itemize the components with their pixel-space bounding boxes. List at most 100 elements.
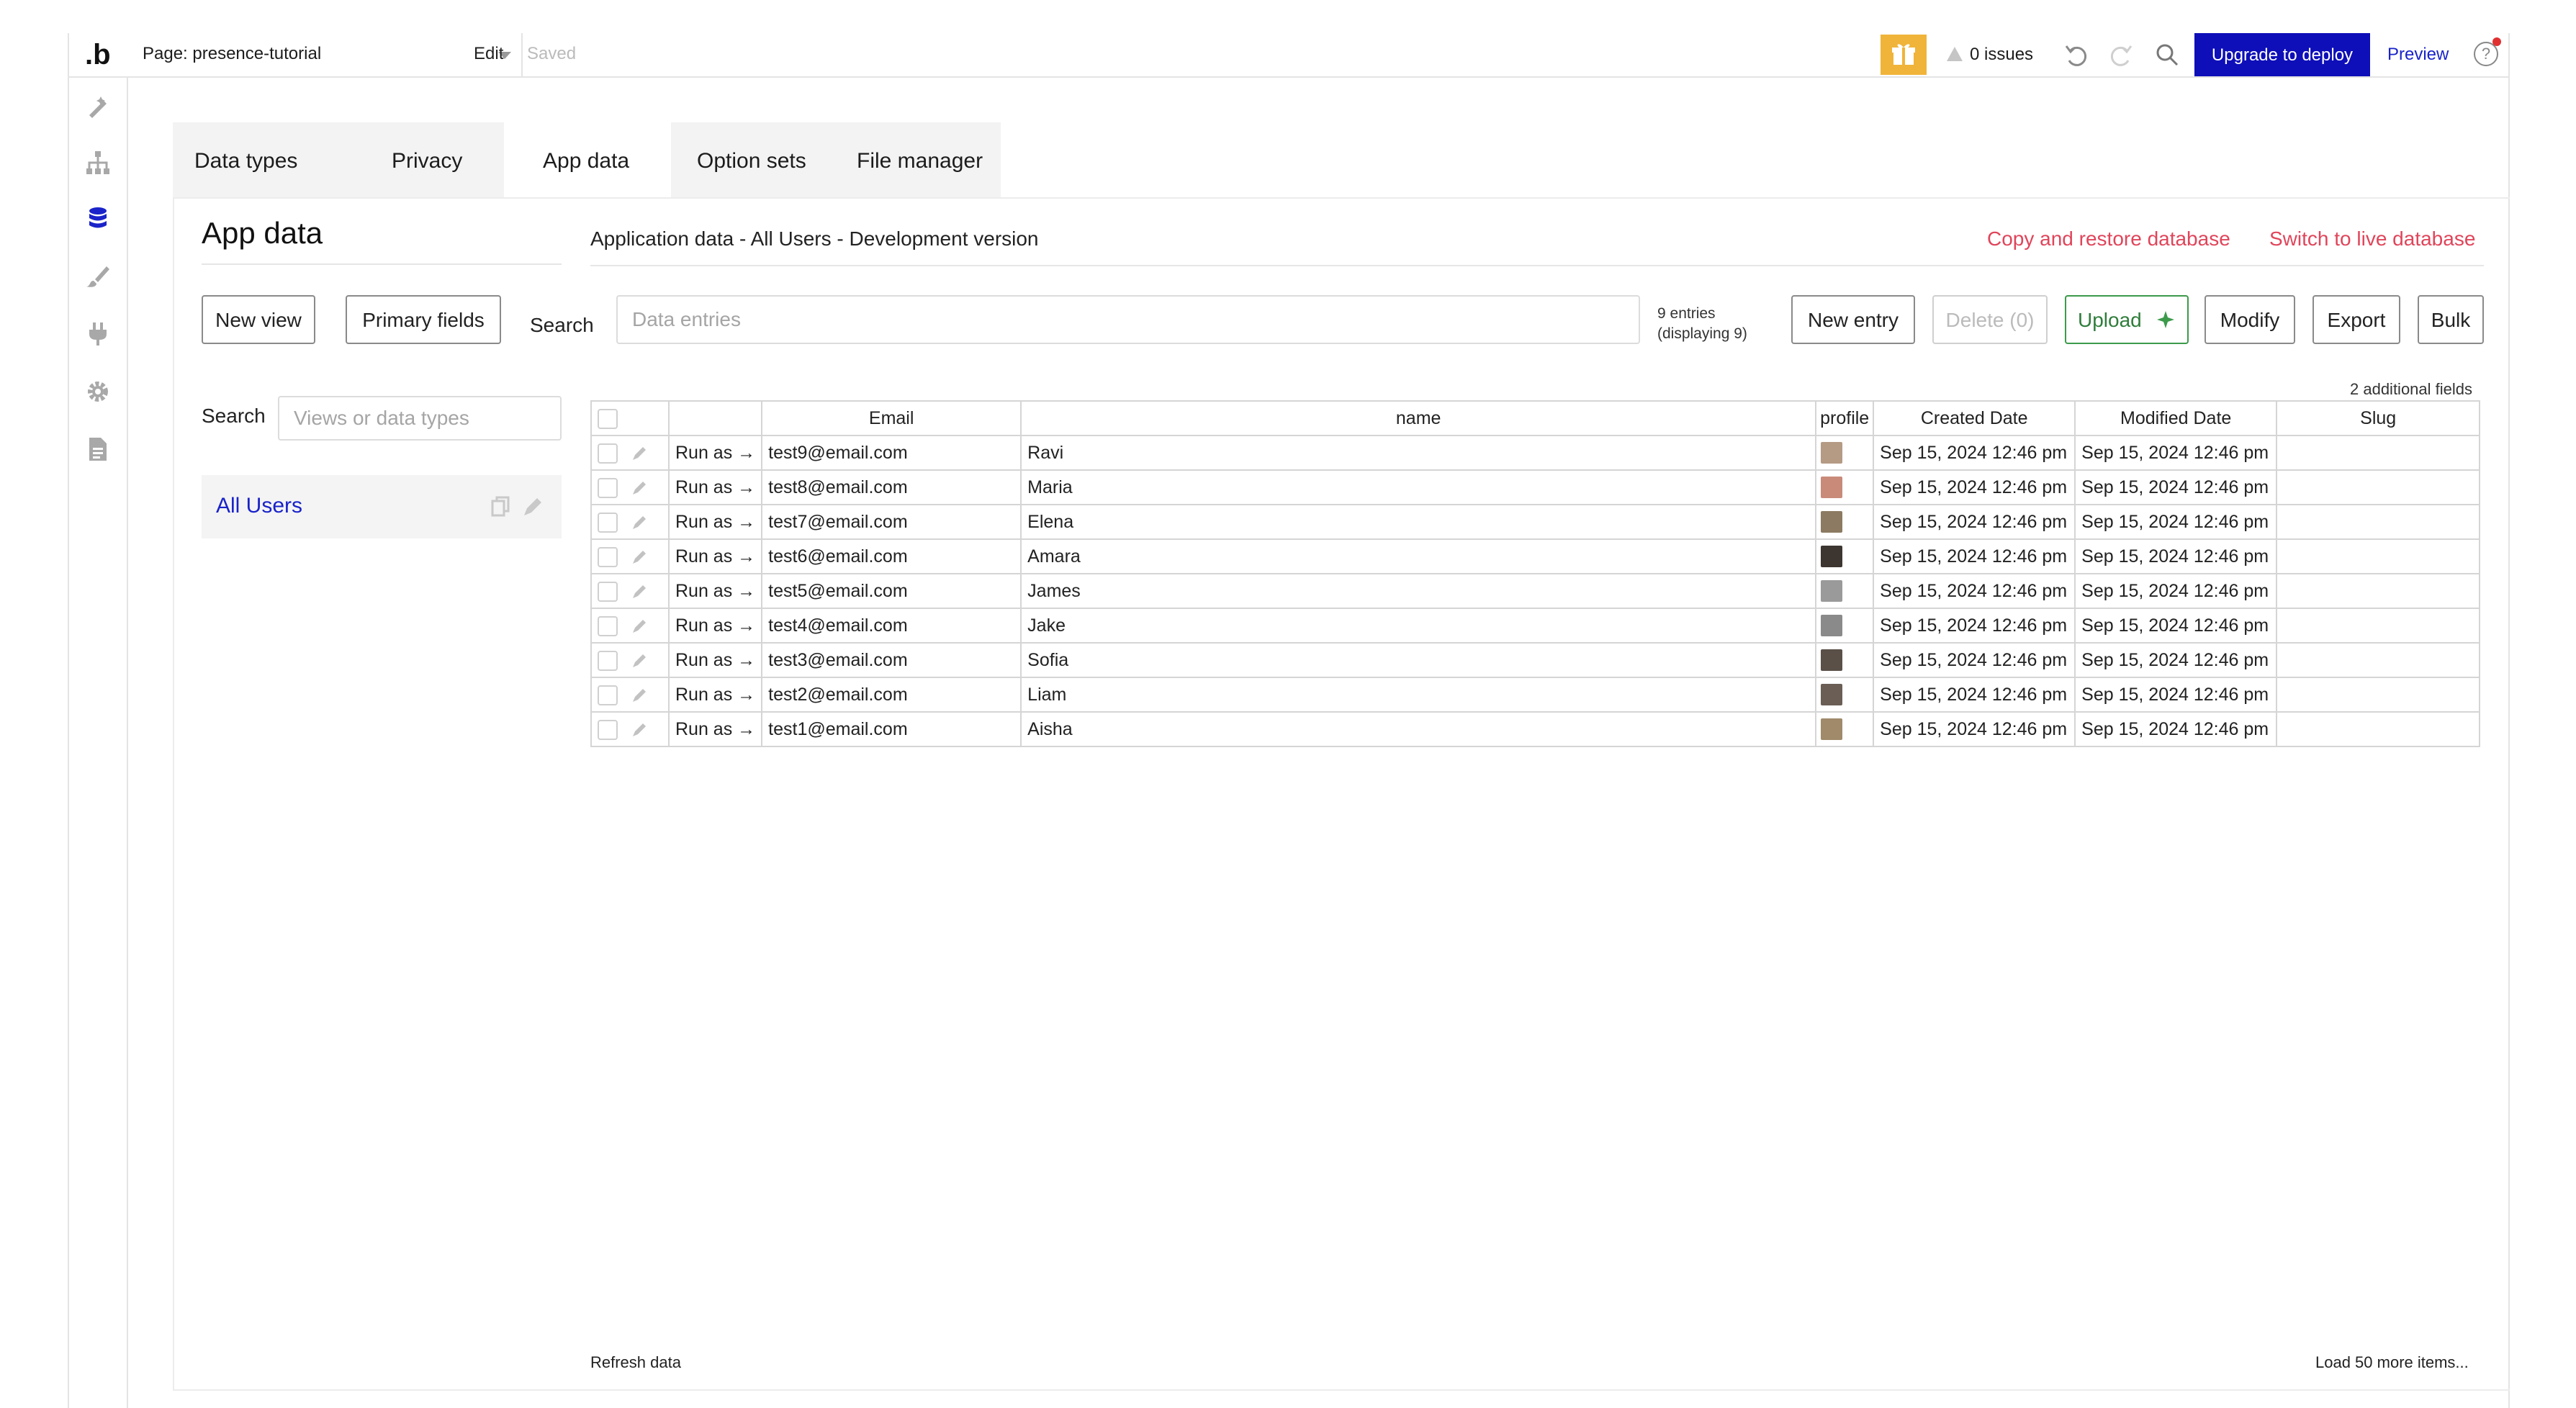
cell-modified-date[interactable]: Sep 15, 2024 12:46 pm: [2074, 642, 2278, 678]
table-row[interactable]: Run as → test1@email.com Aisha Sep 15, 2024…: [590, 711, 2481, 747]
cell-profile[interactable]: [1815, 504, 1875, 540]
upgrade-to-deploy-button[interactable]: Upgrade to deploy: [2194, 33, 2370, 76]
cell-slug[interactable]: [2276, 504, 2481, 540]
cell-modified-date[interactable]: Sep 15, 2024 12:46 pm: [2074, 435, 2278, 471]
undo-icon[interactable]: [2062, 42, 2091, 71]
tab-file-manager[interactable]: File manager: [850, 122, 994, 197]
table-row[interactable]: Run as → test5@email.com James Sep 15, 2024…: [590, 573, 2481, 609]
cell-created-date[interactable]: Sep 15, 2024 12:46 pm: [1873, 608, 2076, 644]
cell-name[interactable]: Aisha: [1020, 711, 1817, 747]
edit-row-icon[interactable]: [631, 445, 648, 462]
cell-created-date[interactable]: Sep 15, 2024 12:46 pm: [1873, 573, 2076, 609]
table-row[interactable]: Run as → test8@email.com Maria Sep 15, 2024…: [590, 469, 2481, 505]
design-icon[interactable]: [85, 94, 111, 119]
edit-row-icon[interactable]: [631, 514, 648, 531]
run-as-link[interactable]: Run as →: [667, 573, 763, 609]
column-header-profile[interactable]: profile: [1815, 400, 1875, 436]
cell-name[interactable]: Jake: [1020, 608, 1817, 644]
cell-email[interactable]: test1@email.com: [761, 711, 1022, 747]
copy-icon[interactable]: [490, 495, 513, 518]
row-checkbox[interactable]: [598, 581, 618, 602]
table-row[interactable]: Run as → test4@email.com Jake Sep 15, 2024 …: [590, 608, 2481, 644]
cell-created-date[interactable]: Sep 15, 2024 12:46 pm: [1873, 504, 2076, 540]
cell-created-date[interactable]: Sep 15, 2024 12:46 pm: [1873, 538, 2076, 574]
edit-row-icon[interactable]: [631, 721, 648, 739]
upload-button[interactable]: Upload: [2065, 295, 2189, 344]
row-checkbox[interactable]: [598, 615, 618, 636]
preview-link[interactable]: Preview: [2387, 45, 2449, 65]
edit-row-icon[interactable]: [631, 583, 648, 600]
switch-live-database-link[interactable]: Switch to live database: [2269, 227, 2475, 251]
edit-row-icon[interactable]: [631, 549, 648, 566]
cell-profile[interactable]: [1815, 608, 1875, 644]
cell-modified-date[interactable]: Sep 15, 2024 12:46 pm: [2074, 504, 2278, 540]
plugins-icon[interactable]: [85, 321, 111, 347]
load-more-link[interactable]: Load 50 more items...: [2315, 1353, 2469, 1372]
edit-icon[interactable]: [521, 495, 544, 518]
run-as-link[interactable]: Run as →: [667, 608, 763, 644]
edit-row-icon[interactable]: [631, 687, 648, 704]
cell-profile[interactable]: [1815, 469, 1875, 505]
copy-restore-database-link[interactable]: Copy and restore database: [1987, 227, 2230, 251]
run-as-link[interactable]: Run as →: [667, 711, 763, 747]
cell-email[interactable]: test7@email.com: [761, 504, 1022, 540]
page-selector[interactable]: Page: presence-tutorial: [135, 33, 523, 76]
cell-profile[interactable]: [1815, 538, 1875, 574]
tab-option-sets[interactable]: Option sets: [690, 122, 834, 197]
table-row[interactable]: Run as → test2@email.com Liam Sep 15, 2024 …: [590, 677, 2481, 713]
cell-slug[interactable]: [2276, 435, 2481, 471]
help-button[interactable]: ?: [2474, 37, 2501, 66]
tab-app-data[interactable]: App data: [504, 122, 671, 197]
cell-slug[interactable]: [2276, 677, 2481, 713]
cell-profile[interactable]: [1815, 435, 1875, 471]
cell-created-date[interactable]: Sep 15, 2024 12:46 pm: [1873, 711, 2076, 747]
row-checkbox[interactable]: [598, 719, 618, 740]
edit-row-icon[interactable]: [631, 618, 648, 635]
search-icon[interactable]: [2154, 42, 2180, 68]
issues-indicator[interactable]: 0 issues: [1947, 45, 2033, 65]
table-row[interactable]: Run as → test3@email.com Sofia Sep 15, 2024…: [590, 642, 2481, 678]
row-checkbox[interactable]: [598, 477, 618, 498]
entries-search-input[interactable]: [616, 295, 1640, 344]
table-row[interactable]: Run as → test9@email.com Ravi Sep 15, 2024 …: [590, 435, 2481, 471]
delete-button[interactable]: Delete (0): [1932, 295, 2048, 344]
cell-email[interactable]: test5@email.com: [761, 573, 1022, 609]
row-checkbox[interactable]: [598, 512, 618, 533]
bubble-logo[interactable]: .b: [85, 39, 111, 71]
data-icon[interactable]: [85, 206, 111, 232]
run-as-link[interactable]: Run as →: [667, 538, 763, 574]
cell-slug[interactable]: [2276, 469, 2481, 505]
cell-email[interactable]: test9@email.com: [761, 435, 1022, 471]
modify-button[interactable]: Modify: [2205, 295, 2295, 344]
cell-slug[interactable]: [2276, 608, 2481, 644]
cell-slug[interactable]: [2276, 538, 2481, 574]
settings-icon[interactable]: [85, 379, 111, 405]
cell-modified-date[interactable]: Sep 15, 2024 12:46 pm: [2074, 677, 2278, 713]
gift-button[interactable]: [1881, 35, 1927, 75]
additional-fields-link[interactable]: 2 additional fields: [2350, 380, 2472, 399]
select-all-checkbox[interactable]: [598, 408, 618, 429]
views-search-input[interactable]: [278, 396, 562, 441]
cell-email[interactable]: test3@email.com: [761, 642, 1022, 678]
cell-name[interactable]: Ravi: [1020, 435, 1817, 471]
edit-menu[interactable]: Edit: [474, 44, 503, 64]
table-row[interactable]: Run as → test6@email.com Amara Sep 15, 2024…: [590, 538, 2481, 574]
cell-name[interactable]: Elena: [1020, 504, 1817, 540]
edit-row-icon[interactable]: [631, 652, 648, 669]
cell-name[interactable]: Liam: [1020, 677, 1817, 713]
column-header-email[interactable]: Email: [761, 400, 1022, 436]
cell-slug[interactable]: [2276, 573, 2481, 609]
cell-modified-date[interactable]: Sep 15, 2024 12:46 pm: [2074, 469, 2278, 505]
new-entry-button[interactable]: New entry: [1791, 295, 1915, 344]
cell-created-date[interactable]: Sep 15, 2024 12:46 pm: [1873, 469, 2076, 505]
cell-created-date[interactable]: Sep 15, 2024 12:46 pm: [1873, 677, 2076, 713]
view-item-all-users[interactable]: All Users: [202, 475, 562, 538]
run-as-link[interactable]: Run as →: [667, 642, 763, 678]
edit-row-icon[interactable]: [631, 479, 648, 497]
cell-profile[interactable]: [1815, 677, 1875, 713]
cell-name[interactable]: James: [1020, 573, 1817, 609]
new-view-button[interactable]: New view: [202, 295, 315, 344]
logs-icon[interactable]: [85, 436, 111, 462]
column-header-modified-date[interactable]: Modified Date: [2074, 400, 2278, 436]
table-row[interactable]: Run as → test7@email.com Elena Sep 15, 2024…: [590, 504, 2481, 540]
